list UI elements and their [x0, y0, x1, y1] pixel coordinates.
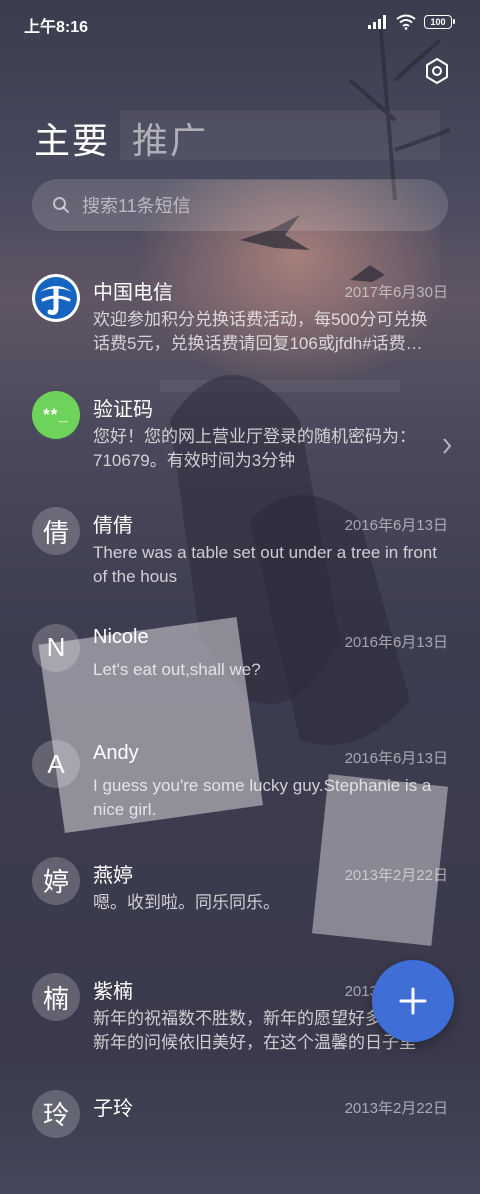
settings-hexagon-icon	[422, 56, 452, 86]
avatar: A	[32, 740, 80, 788]
tab-primary[interactable]: 主要	[34, 112, 110, 164]
status-icons: 100	[368, 14, 452, 30]
contact-name: Andy	[93, 742, 139, 765]
signal-icon	[368, 15, 388, 29]
conversation-item[interactable]: A Andy 2016年6月13日 I guess you're some lu…	[0, 728, 480, 845]
new-message-button[interactable]	[372, 960, 454, 1042]
conversation-item[interactable]: 婷 燕婷 2013年2月22日 嗯。收到啦。同乐同乐。	[0, 845, 480, 962]
message-preview: There was a table set out under a tree i…	[93, 541, 443, 589]
search-placeholder: 搜索11条短信	[82, 192, 191, 218]
search-bar[interactable]: 搜索11条短信	[32, 179, 448, 231]
message-preview: 欢迎参加积分兑换话费活动，每500分可兑换话费5元，兑换话费请回复106或jfd…	[93, 308, 443, 356]
message-date: 2016年6月13日	[345, 514, 448, 535]
message-date: 2013年2月22日	[345, 1097, 448, 1118]
avatar: 婷	[32, 857, 80, 905]
contact-name: Nicole	[93, 626, 149, 649]
plus-icon	[398, 986, 428, 1016]
avatar	[32, 274, 80, 322]
status-time: 上午8:16	[24, 13, 88, 37]
wifi-icon	[396, 14, 416, 30]
conversation-item-verification-code[interactable]: **_ 验证码 您好！您的网上营业厅登录的随机密码为：710679。有效时间为3…	[0, 379, 480, 496]
battery-level: 100	[430, 17, 445, 27]
chevron-right-icon	[442, 437, 452, 455]
china-telecom-logo-icon	[34, 276, 78, 320]
conversation-item[interactable]: 倩 倩倩 2016年6月13日 There was a table set ou…	[0, 495, 480, 612]
status-bar: 上午8:16 100	[0, 0, 480, 46]
avatar: 玲	[32, 1090, 80, 1138]
conversation-list: 中国电信 2017年6月30日 欢迎参加积分兑换话费活动，每500分可兑换话费5…	[0, 262, 480, 1194]
conversation-item-china-telecom[interactable]: 中国电信 2017年6月30日 欢迎参加积分兑换话费活动，每500分可兑换话费5…	[0, 262, 480, 379]
contact-name: 倩倩	[93, 509, 133, 538]
battery-icon: 100	[424, 15, 452, 29]
message-preview: I guess you're some lucky guy.Stephanie …	[93, 774, 443, 822]
avatar: **_	[32, 391, 80, 439]
conversation-item[interactable]: 玲 子玲 2013年2月22日	[0, 1078, 480, 1194]
category-tabs: 主要 推广	[34, 112, 208, 164]
message-date: 2017年6月30日	[345, 281, 448, 302]
message-preview: Let's eat out,shall we?	[93, 658, 443, 682]
conversation-item[interactable]: N Nicole 2016年6月13日 Let's eat out,shall …	[0, 612, 480, 729]
message-preview: 嗯。收到啦。同乐同乐。	[93, 891, 443, 915]
contact-name: 燕婷	[93, 859, 133, 888]
avatar: 倩	[32, 507, 80, 555]
message-date: 2013年2月22日	[345, 864, 448, 885]
message-date: 2016年6月13日	[345, 631, 448, 652]
contact-name: 紫楠	[93, 975, 133, 1004]
message-preview: 您好！您的网上营业厅登录的随机密码为：710679。有效时间为3分钟	[93, 425, 443, 473]
contact-name: 验证码	[93, 393, 153, 422]
tab-promotions[interactable]: 推广	[132, 112, 208, 164]
avatar: N	[32, 624, 80, 672]
settings-button[interactable]	[422, 56, 452, 86]
message-date: 2016年6月13日	[345, 747, 448, 768]
avatar: 楠	[32, 973, 80, 1021]
contact-name: 中国电信	[93, 276, 173, 305]
search-icon	[52, 196, 70, 214]
contact-name: 子玲	[93, 1092, 133, 1121]
